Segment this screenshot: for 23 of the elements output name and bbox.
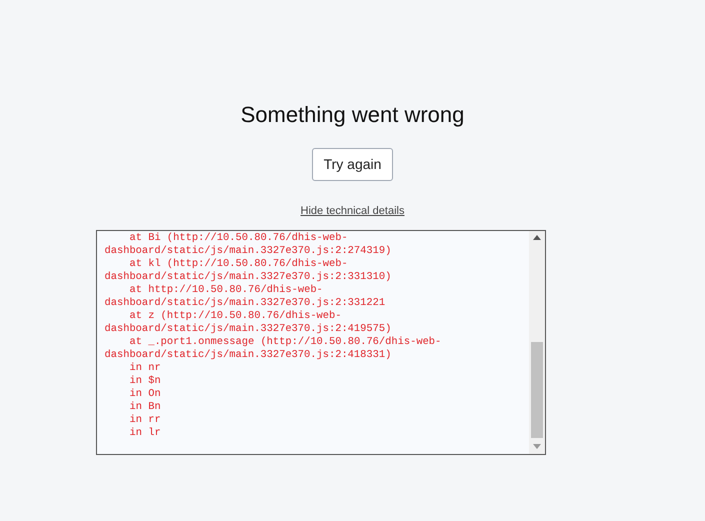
scrollbar-thumb[interactable] (530, 342, 542, 438)
scroll-down-icon[interactable] (532, 444, 540, 448)
stack-trace-line: dashboard/static/js/main.3327e370.js:2:274319) (104, 244, 392, 258)
scroll-up-icon[interactable] (532, 234, 540, 240)
stack-trace-line: at kl (http://10.50.80.76/dhis-web- (128, 258, 349, 270)
stack-trace-line: in rr (128, 414, 162, 426)
try-again-button[interactable]: Try again (312, 148, 394, 181)
stack-trace-line: at _.port1.onmessage (http://10.50.80.76/dhis-web- (128, 336, 442, 348)
stack-trace-line: dashboard/static/js/main.3327e370.js:2:331310) (104, 270, 392, 284)
stack-trace-line: in $n (128, 374, 162, 388)
scrollbar[interactable] (528, 230, 544, 454)
hide-details-link[interactable]: Hide technical details (300, 203, 404, 220)
stack-trace-line: in Bn (128, 400, 162, 414)
stack-trace-line: at z (http://10.50.80.76/dhis-web- (128, 310, 343, 322)
stack-trace-line: at http://10.50.80.76/dhis-web- (128, 284, 324, 296)
stack-trace-line: dashboard/static/js/main.3327e370.js:2:419575) (104, 322, 392, 336)
error-heading: Something went wrong (240, 101, 464, 129)
stack-trace-line: at Bi (http://10.50.80.76/dhis-web- (128, 232, 349, 244)
stack-trace-line: dashboard/static/js/main.3327e370.js:2:418331) (104, 348, 392, 362)
stack-trace-line: in On (128, 388, 162, 400)
stack-trace-line: dashboard/static/js/main.3327e370.js:2:331221 (104, 296, 386, 310)
stack-trace-line: in nr (128, 362, 162, 374)
stack-trace-line: in lr (128, 426, 162, 440)
